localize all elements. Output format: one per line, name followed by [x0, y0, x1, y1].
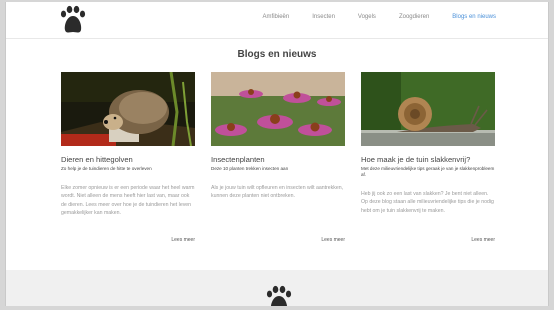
card-subtitle: Deze 10 planten trekken insecten aan	[211, 166, 289, 171]
read-more-link[interactable]: Lees meer	[471, 237, 495, 243]
card-subtitle: Zo help je de tuindieren de hitte te ove…	[61, 166, 152, 171]
paw-logo-icon[interactable]	[59, 5, 87, 35]
hedgehog-photo[interactable]	[61, 72, 195, 146]
site-header: Amfibieën Insecten Vogels Zoogdieren Blo…	[6, 2, 548, 39]
page-title: Blogs en nieuws	[237, 49, 317, 60]
card-title[interactable]: Insectenplanten	[211, 155, 345, 165]
card-excerpt: Elke zomer opnieuw is er een periode waa…	[61, 185, 195, 217]
nav-item-blogs-en-nieuws[interactable]: Blogs en nieuws	[452, 14, 496, 20]
coneflowers-photo[interactable]	[211, 72, 345, 146]
main-nav: Amfibieën Insecten Vogels Zoogdieren Blo…	[240, 14, 496, 20]
blog-card: Hoe maak je de tuin slakkenvrij? Met dez…	[361, 72, 495, 243]
card-excerpt: Als je jouw tuin wilt opfleuren en insec…	[211, 185, 344, 200]
blog-card: Dieren en hittegolven Zo help je de tuin…	[61, 72, 195, 243]
nav-item-amfibieen[interactable]: Amfibieën	[263, 14, 290, 20]
nav-item-zoogdieren[interactable]: Zoogdieren	[399, 14, 429, 20]
card-title[interactable]: Dieren en hittegolven	[61, 155, 195, 165]
page: Amfibieën Insecten Vogels Zoogdieren Blo…	[5, 2, 549, 306]
site-footer	[6, 270, 548, 306]
nav-item-vogels[interactable]: Vogels	[358, 14, 376, 20]
paw-logo-icon	[266, 285, 292, 306]
blog-card: Insectenplanten Deze 10 planten trekken …	[211, 72, 345, 243]
snail-photo[interactable]	[361, 72, 495, 146]
card-subtitle: Met deze milieuvriendelijke tips geraak …	[361, 166, 495, 177]
read-more-link[interactable]: Lees meer	[171, 237, 195, 243]
card-title[interactable]: Hoe maak je de tuin slakkenvrij?	[361, 155, 495, 165]
read-more-link[interactable]: Lees meer	[321, 237, 345, 243]
card-excerpt: Heb jij ook zo een last van slakken? Je …	[361, 191, 494, 214]
nav-item-insecten[interactable]: Insecten	[312, 14, 335, 20]
